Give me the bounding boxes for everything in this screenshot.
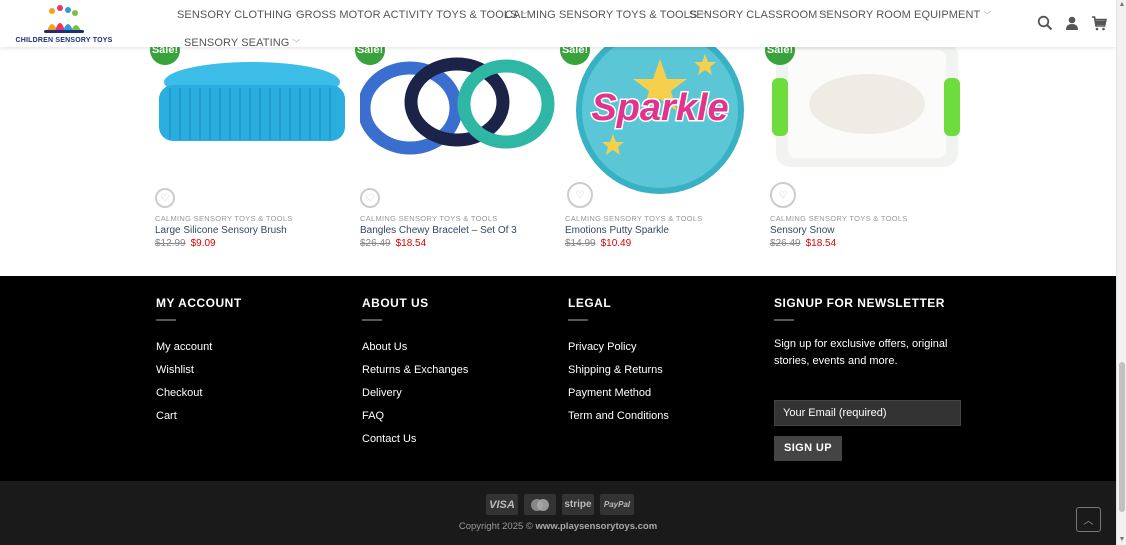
chevron-down-icon: ﹀ — [292, 39, 301, 48]
scroll-down-arrow-icon[interactable]: ▼ — [1118, 536, 1126, 544]
product-category[interactable]: CALMING SENSORY TOYS & TOOLS — [360, 214, 498, 223]
site-footer: MY ACCOUNT My account Wishlist Checkout … — [0, 276, 1116, 481]
old-price: $26.49 — [770, 238, 801, 249]
divider — [774, 319, 794, 321]
search-icon[interactable] — [1037, 15, 1053, 31]
scrollbar-thumb[interactable] — [1119, 362, 1125, 512]
divider — [156, 319, 176, 321]
link-delivery[interactable]: Delivery — [362, 387, 557, 399]
link-about-us[interactable]: About Us — [362, 341, 557, 353]
footer-my-account: MY ACCOUNT My account Wishlist Checkout … — [156, 296, 351, 433]
link-returns-exchanges[interactable]: Returns & Exchanges — [362, 364, 557, 376]
back-to-top-button[interactable]: ︿ — [1076, 507, 1101, 532]
logo-figures-icon — [44, 5, 84, 33]
product-price: $26.49 $18.54 — [360, 238, 426, 249]
payment-icons: VISA stripe PayPal — [486, 494, 634, 515]
copyright-prefix: Copyright 2025 © — [458, 521, 533, 532]
product-image[interactable] — [155, 30, 350, 180]
product-category[interactable]: CALMING SENSORY TOYS & TOOLS — [565, 214, 703, 223]
product-image-text: Sparkle — [591, 87, 728, 129]
site-header: CHILDREN SENSORY TOYS SENSORY CLOTHING ﹀ … — [0, 0, 1116, 49]
nav-label: SENSORY SEATING — [184, 37, 290, 49]
nav-label: SENSORY CLASSROOM — [689, 9, 818, 21]
footer-legal: LEGAL Privacy Policy Shipping & Returns … — [568, 296, 763, 433]
wishlist-icon[interactable]: ♡ — [567, 182, 593, 208]
visa-icon: VISA — [486, 494, 518, 515]
nav-gross-motor[interactable]: GROSS MOTOR ACTIVITY TOYS & TOOLS ﹀ — [296, 9, 529, 21]
nav-sensory-clothing[interactable]: SENSORY CLOTHING ﹀ — [177, 9, 303, 21]
link-payment-method[interactable]: Payment Method — [568, 387, 763, 399]
link-wishlist[interactable]: Wishlist — [156, 364, 351, 376]
nav-calming-sensory[interactable]: CALMING SENSORY TOYS & TOOLS ﹀ — [505, 9, 708, 21]
nav-label: SENSORY ROOM EQUIPMENT — [819, 9, 981, 21]
old-price: $12.99 — [155, 238, 186, 249]
product-name[interactable]: Large Silicone Sensory Brush — [155, 225, 287, 236]
footer-heading: SIGNUP FOR NEWSLETTER — [774, 296, 945, 310]
product-card[interactable]: Sale! Sparkle ♡ CALMING SENSORY TOYS & T… — [560, 26, 760, 260]
sale-price: $18.54 — [805, 238, 837, 249]
newsletter-text: Sign up for exclusive offers, original s… — [774, 338, 948, 367]
page: CHILDREN SENSORY TOYS SENSORY CLOTHING ﹀ … — [0, 0, 1116, 545]
cart-icon[interactable] — [1091, 15, 1108, 31]
product-price: $12.99 $9.09 — [155, 238, 216, 249]
bottom-bar: VISA stripe PayPal Copyright 2025 © www.… — [0, 481, 1116, 545]
link-cart[interactable]: Cart — [156, 410, 351, 422]
paypal-icon: PayPal — [600, 494, 634, 515]
product-price: $14.99 $10.49 — [565, 238, 631, 249]
product-category[interactable]: CALMING SENSORY TOYS & TOOLS — [155, 214, 293, 223]
chevron-up-icon: ︿ — [1083, 516, 1094, 527]
wishlist-icon[interactable]: ♡ — [770, 182, 796, 208]
mastercard-icon — [524, 494, 556, 515]
footer-about-us: ABOUT US About Us Returns & Exchanges De… — [362, 296, 557, 456]
user-icon[interactable] — [1064, 15, 1080, 31]
stripe-icon: stripe — [562, 494, 594, 515]
nav-sensory-room-equipment[interactable]: SENSORY ROOM EQUIPMENT ﹀ — [819, 9, 991, 21]
link-terms[interactable]: Term and Conditions — [568, 410, 763, 422]
product-image[interactable]: Sparkle — [565, 23, 760, 195]
sale-price: $10.49 — [600, 238, 632, 249]
footer-heading: ABOUT US — [362, 296, 429, 310]
product-name[interactable]: Emotions Putty Sparkle — [565, 225, 669, 236]
link-checkout[interactable]: Checkout — [156, 387, 351, 399]
wishlist-icon[interactable]: ♡ — [155, 188, 175, 208]
email-field[interactable]: Your Email (required) — [774, 400, 961, 426]
product-name[interactable]: Sensory Snow — [770, 225, 834, 236]
wishlist-icon[interactable]: ♡ — [360, 188, 380, 208]
nav-label: SENSORY CLOTHING — [177, 9, 292, 21]
nav-label: CALMING SENSORY TOYS & TOOLS — [505, 9, 698, 21]
link-contact-us[interactable]: Contact Us — [362, 433, 557, 445]
product-card[interactable]: Sale! ♡ CALMING SENSORY TOYS & TOOLS Sen… — [765, 30, 965, 260]
old-price: $26.49 — [360, 238, 391, 249]
link-shipping-returns[interactable]: Shipping & Returns — [568, 364, 763, 376]
product-price: $26.49 $18.54 — [770, 238, 836, 249]
product-image[interactable] — [360, 30, 555, 180]
copyright: Copyright 2025 © www.playsensorytoys.com — [0, 521, 1116, 532]
divider — [568, 319, 588, 321]
old-price: $14.99 — [565, 238, 596, 249]
footer-heading: MY ACCOUNT — [156, 296, 242, 310]
chevron-down-icon: ﹀ — [983, 11, 992, 20]
footer-heading: LEGAL — [568, 296, 612, 310]
product-image[interactable] — [770, 30, 965, 180]
link-privacy-policy[interactable]: Privacy Policy — [568, 341, 763, 353]
nav-sensory-seating[interactable]: SENSORY SEATING ﹀ — [184, 37, 301, 49]
product-card[interactable]: Sale! ♡ CALMING SENSORY TOYS & TOOLS Lar… — [150, 30, 350, 260]
sale-price: $18.54 — [395, 238, 427, 249]
logo-text: CHILDREN SENSORY TOYS — [15, 37, 113, 44]
scrollbar[interactable]: ▲ ▼ — [1116, 0, 1126, 545]
signup-button[interactable]: SIGN UP — [774, 436, 842, 461]
copyright-site[interactable]: www.playsensorytoys.com — [536, 521, 658, 532]
link-faq[interactable]: FAQ — [362, 410, 557, 422]
product-card[interactable]: Sale! ♡ CALMING SENSORY TOYS & TOOLS Ban… — [355, 30, 555, 260]
scroll-up-arrow-icon[interactable]: ▲ — [1118, 1, 1126, 9]
divider — [362, 319, 382, 321]
site-logo[interactable]: CHILDREN SENSORY TOYS — [14, 3, 114, 45]
product-name[interactable]: Bangles Chewy Bracelet – Set Of 3 — [360, 225, 517, 236]
footer-newsletter: SIGNUP FOR NEWSLETTER Sign up for exclus… — [774, 296, 974, 476]
product-category[interactable]: CALMING SENSORY TOYS & TOOLS — [770, 214, 908, 223]
sale-price: $9.09 — [190, 238, 216, 249]
link-my-account[interactable]: My account — [156, 341, 351, 353]
nav-sensory-classroom[interactable]: SENSORY CLASSROOM ﹀ — [689, 9, 829, 21]
nav-label: GROSS MOTOR ACTIVITY TOYS & TOOLS — [296, 9, 518, 21]
